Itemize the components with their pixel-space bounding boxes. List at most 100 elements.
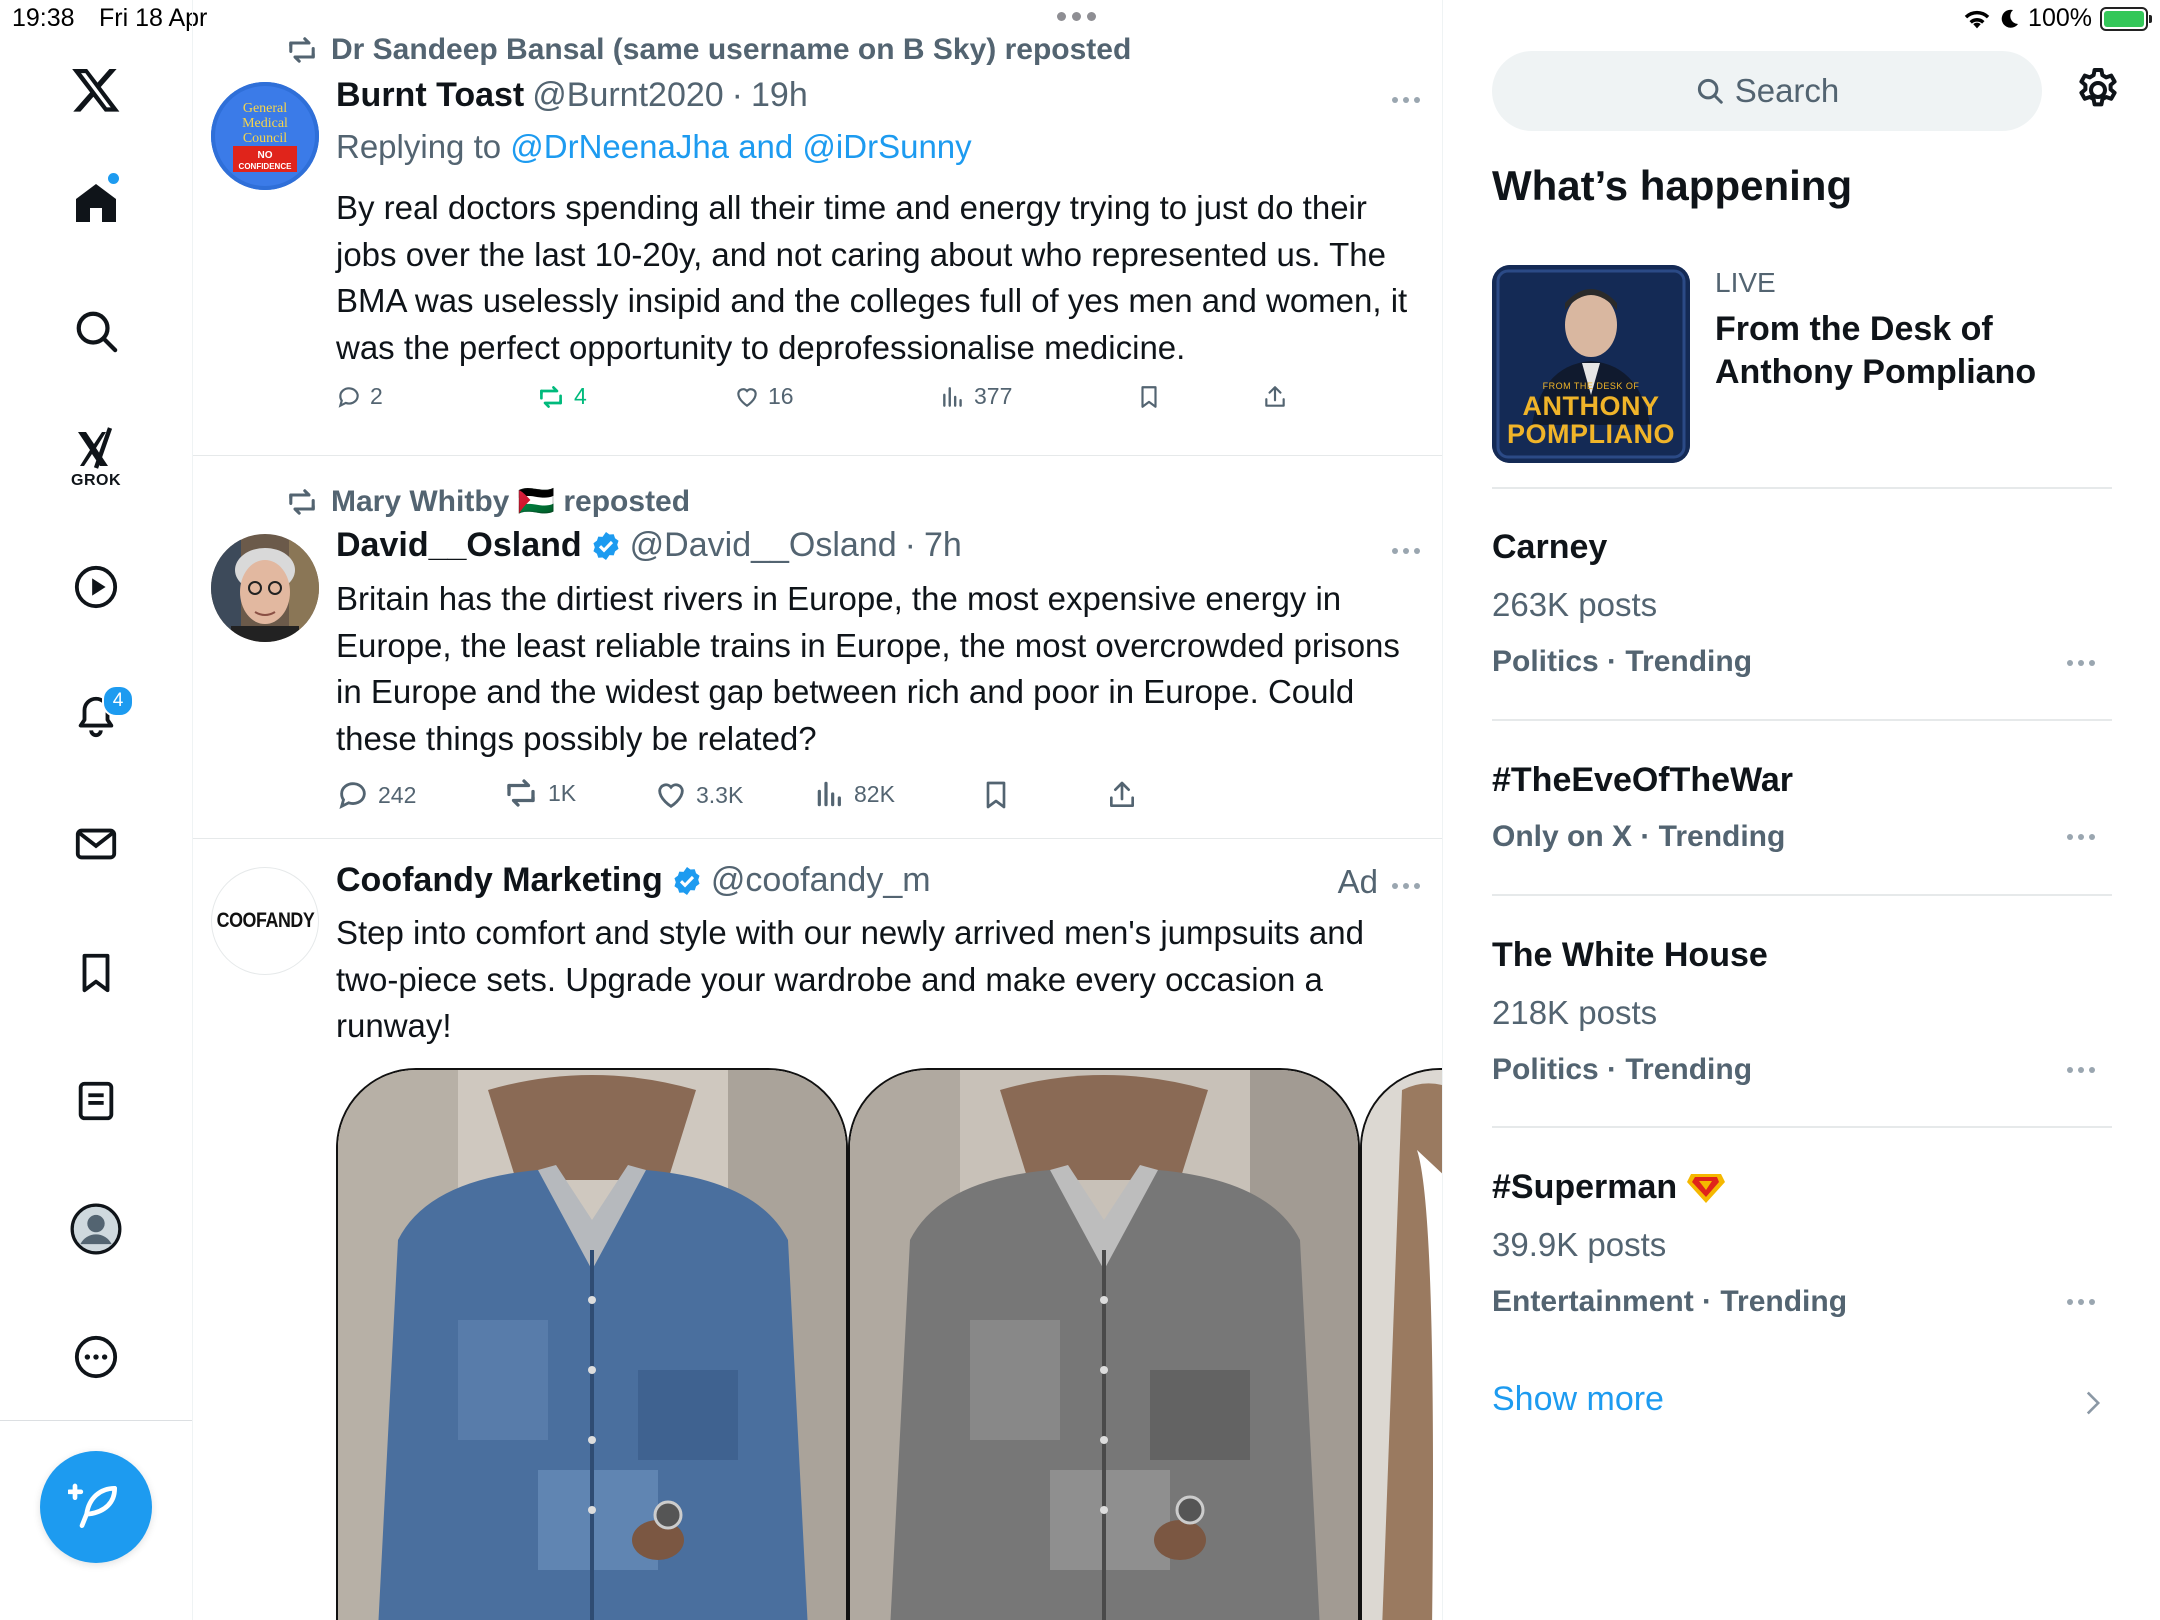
search-input[interactable]: Search [1492, 51, 2042, 131]
profile-avatar-icon[interactable] [56, 1189, 136, 1269]
tweet-burnt-toast[interactable]: Dr Sandeep Bansal (same username on B Sk… [193, 0, 1442, 455]
sidebar-divider [1492, 894, 2112, 896]
live-image-small-text: FROM THE DESK OF [1542, 381, 1640, 391]
show-more-link[interactable]: Show more [1492, 1380, 1664, 1419]
like-count: 3.3K [696, 781, 744, 808]
separator-dot: · [731, 76, 743, 114]
trend-category: Politics · Trending [1492, 645, 1753, 678]
notifications-bell-icon[interactable]: 4 [56, 676, 136, 756]
svg-text:CONFIDENCE: CONFIDENCE [239, 162, 293, 171]
search-icon[interactable] [56, 291, 136, 371]
sidebar-divider [1492, 1126, 2112, 1128]
reply-count: 2 [370, 383, 383, 409]
right-sidebar: Search What’s happening FROM THE DESK OF… [1462, 0, 2160, 1620]
sidebar-divider [1492, 487, 2112, 489]
tweet-text: Britain has the dirtiest rivers in Europ… [336, 580, 1400, 757]
heart-icon [658, 783, 684, 809]
video-play-icon[interactable] [56, 547, 136, 627]
ad-media-carousel[interactable] [336, 1068, 1442, 1620]
messages-mail-icon[interactable] [56, 804, 136, 884]
svg-text:Medical: Medical [242, 116, 288, 131]
reply-icon [338, 386, 359, 408]
repost-icon [289, 37, 315, 63]
more-options-icon[interactable] [56, 1317, 136, 1397]
author-name[interactable]: Burnt Toast [336, 76, 524, 115]
home-icon[interactable] [56, 163, 136, 243]
tweet-header: Burnt Toast @Burnt2020 · 19h [336, 76, 808, 115]
settings-gear-icon[interactable] [2074, 66, 2122, 114]
carousel-image-next[interactable] [1360, 1068, 1442, 1620]
views-button[interactable]: 377 [940, 383, 1012, 410]
avatar[interactable]: General Medical Council NO CONFIDENCE [211, 82, 319, 190]
trend-more-icon[interactable] [2067, 660, 2095, 666]
trend-post-count: 218K posts [1492, 994, 1658, 1031]
share-icon [1265, 386, 1285, 407]
author-handle[interactable]: @Burnt2020 [532, 76, 723, 115]
repost-button[interactable]: 4 [536, 383, 587, 410]
tweet-text: By real doctors spending all their time … [336, 189, 1408, 366]
tweet-more-icon[interactable] [1392, 97, 1420, 103]
tweet-time[interactable]: 7h [924, 526, 962, 565]
avatar-brand-text: COOFANDY [216, 909, 314, 932]
tweet-time[interactable]: 19h [751, 76, 808, 115]
search-icon [1697, 78, 1723, 104]
view-count: 377 [974, 383, 1013, 409]
trend-title: #TheEveOfTheWar [1492, 761, 1794, 799]
sidebar-divider [1492, 719, 2112, 721]
like-button[interactable]: 16 [734, 383, 794, 410]
live-tag: LIVE [1715, 267, 1776, 298]
reply-button[interactable]: 2 [336, 383, 383, 410]
verified-badge-icon [593, 531, 619, 560]
like-button[interactable]: 3.3K [654, 778, 743, 812]
separator-dot: · [904, 526, 916, 564]
reposted-by-text: Dr Sandeep Bansal (same username on B Sk… [331, 33, 1132, 66]
views-chart-icon [943, 386, 962, 407]
carousel-image-blue-denim[interactable] [336, 1068, 848, 1620]
trend-title: Carney [1492, 528, 1608, 566]
trend-more-icon[interactable] [2067, 834, 2095, 840]
tweet-more-icon[interactable] [1392, 883, 1420, 889]
compose-post-button[interactable] [40, 1451, 152, 1563]
trend-more-icon[interactable] [2067, 1299, 2095, 1305]
chevron-right-icon [2086, 1391, 2101, 1415]
live-thumbnail[interactable]: FROM THE DESK OF ANTHONY POMPLIANO [1492, 265, 1690, 463]
share-button[interactable] [1106, 778, 1138, 812]
lists-icon[interactable] [56, 1061, 136, 1141]
replying-to: Replying to @DrNeenaJha and @iDrSunny [336, 128, 972, 166]
share-button[interactable] [1262, 383, 1288, 411]
avatar[interactable]: COOFANDY [211, 867, 319, 975]
avatar[interactable] [211, 534, 319, 642]
trend-category: Only on X · Trending [1492, 820, 1786, 853]
carousel-image-grey-denim[interactable] [848, 1068, 1360, 1620]
bookmarks-icon[interactable] [56, 933, 136, 1013]
views-chart-icon [817, 781, 841, 807]
share-icon [1110, 781, 1134, 807]
trend-title: #Superman [1492, 1168, 1678, 1206]
bookmark-button[interactable] [980, 778, 1012, 812]
author-handle[interactable]: @David__Osland [630, 526, 897, 565]
repost-count: 1K [548, 779, 577, 806]
timeline-feed[interactable]: Dr Sandeep Bansal (same username on B Sk… [193, 0, 1443, 1620]
views-button[interactable]: 82K [814, 778, 895, 810]
repost-icon [507, 779, 535, 807]
trend-more-icon[interactable] [2067, 1067, 2095, 1073]
tweet-more-icon[interactable] [1392, 548, 1420, 554]
ad-label: Ad [1337, 863, 1378, 900]
grok-icon[interactable]: GROK [56, 418, 136, 498]
bookmark-button[interactable] [1136, 383, 1162, 411]
repost-button[interactable]: 1K [502, 778, 576, 808]
reposted-by-text: Mary Whitby 🇵🇸 reposted [331, 485, 691, 518]
reply-button[interactable]: 242 [336, 778, 416, 812]
live-title[interactable]: From the Desk of Anthony Pompliano [1715, 308, 2135, 394]
author-name[interactable]: David__Osland [336, 526, 582, 565]
x-logo-icon[interactable] [56, 50, 136, 130]
replying-to-users[interactable]: @DrNeenaJha and @iDrSunny [510, 128, 971, 165]
author-handle[interactable]: @coofandy_m [711, 861, 931, 900]
tweet-header: David__Osland @David__Osland · 7h [336, 526, 962, 565]
reply-icon [339, 782, 366, 810]
trend-category: Entertainment · Trending [1492, 1285, 1848, 1318]
author-name[interactable]: Coofandy Marketing [336, 861, 663, 900]
live-image-line2: POMPLIANO [1506, 419, 1675, 449]
compose-feather-icon [68, 1483, 117, 1528]
tweet-david-osland[interactable]: Mary Whitby 🇵🇸 reposted David__Osland @D… [193, 456, 1442, 838]
